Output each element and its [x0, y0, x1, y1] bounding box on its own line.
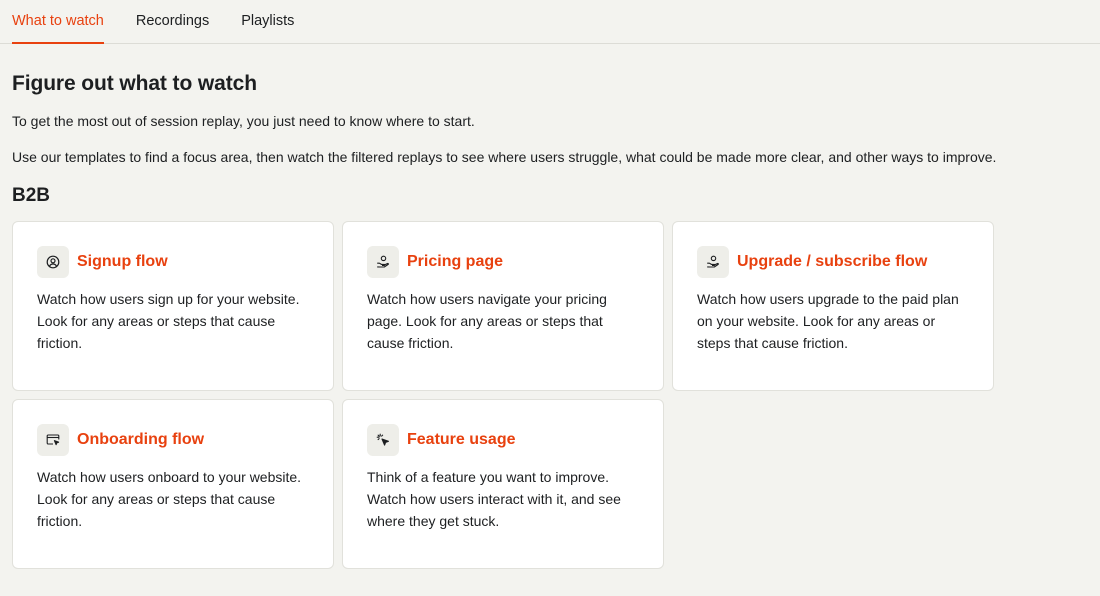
tab-playlists[interactable]: Playlists [241, 13, 294, 43]
hand-coin-icon [697, 246, 729, 279]
card-pricing-page[interactable]: Pricing page Watch how users navigate yo… [342, 221, 664, 392]
card-description: Watch how users navigate your pricing pa… [367, 291, 607, 352]
card-description: Watch how users onboard to your website.… [37, 469, 302, 530]
card-title: Pricing page [407, 253, 504, 271]
card-header: Upgrade / subscribe flow [697, 246, 969, 279]
card-header: Feature usage [367, 424, 639, 457]
card-description: Watch how users upgrade to the paid plan… [697, 291, 959, 352]
main-content: Figure out what to watch To get the most… [0, 72, 1100, 570]
page-title: Figure out what to watch [12, 72, 257, 95]
card-signup-flow[interactable]: Signup flow Watch how users sign up for … [12, 221, 334, 392]
card-title: Feature usage [407, 431, 516, 449]
card-title: Upgrade / subscribe flow [737, 253, 928, 271]
section-title-b2b: B2B [12, 185, 51, 207]
card-title: Onboarding flow [77, 431, 205, 449]
card-onboarding-flow[interactable]: Onboarding flow Watch how users onboard … [12, 399, 334, 570]
card-upgrade-subscribe-flow[interactable]: Upgrade / subscribe flow Watch how users… [672, 221, 994, 392]
browser-cursor-icon [37, 424, 69, 457]
card-description: Watch how users sign up for your website… [37, 291, 300, 352]
hand-coin-icon [367, 246, 399, 279]
card-description: Think of a feature you want to improve. … [367, 469, 621, 530]
card-header: Pricing page [367, 246, 639, 279]
tab-recordings[interactable]: Recordings [136, 13, 209, 43]
card-header: Onboarding flow [37, 424, 309, 457]
intro-text: To get the most out of session replay, y… [12, 113, 475, 129]
tab-what-to-watch[interactable]: What to watch [12, 13, 104, 44]
intro-description: Use our templates to find a focus area, … [12, 148, 997, 165]
tab-bar: What to watch Recordings Playlists [0, 0, 1100, 44]
card-header: Signup flow [37, 246, 309, 279]
template-card-grid: Signup flow Watch how users sign up for … [12, 221, 1088, 570]
card-feature-usage[interactable]: Feature usage Think of a feature you wan… [342, 399, 664, 570]
cursor-click-icon [367, 424, 399, 457]
user-circle-icon [37, 246, 69, 279]
card-title: Signup flow [77, 253, 168, 271]
